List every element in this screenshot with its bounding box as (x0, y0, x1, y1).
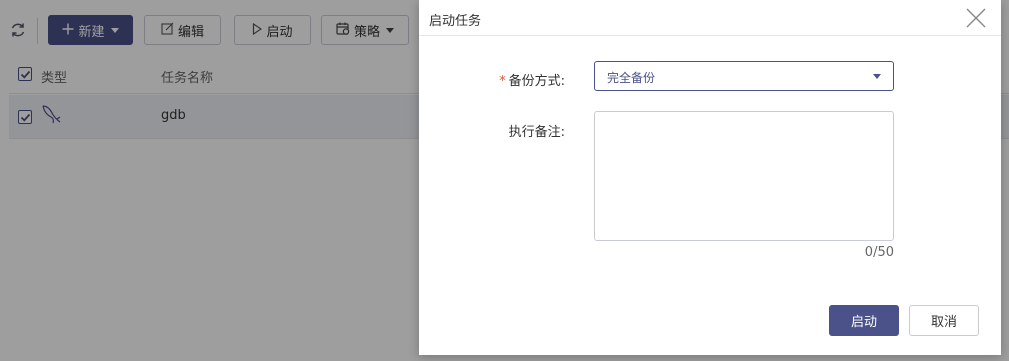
backup-mode-label-text: 备份方式: (508, 74, 565, 89)
close-icon[interactable] (965, 7, 987, 29)
cancel-button[interactable]: 取消 (909, 305, 979, 336)
required-mark: * (499, 74, 506, 89)
start-button[interactable]: 启动 (829, 305, 899, 336)
backup-mode-value: 完全备份 (607, 71, 656, 85)
dialog-header: 启动任务 (419, 0, 1001, 36)
start-task-dialog: 启动任务 * 备份方式: 完全备份 执行备注: 0/50 启动 取消 (419, 0, 1001, 355)
backup-mode-select[interactable]: 完全备份 (594, 61, 894, 91)
char-counter: 0/50 (864, 245, 894, 260)
dialog-title: 启动任务 (429, 14, 482, 29)
remark-label: 执行备注: (508, 125, 565, 140)
chevron-down-icon (873, 74, 881, 79)
backup-mode-label: * 备份方式: (479, 70, 565, 89)
remark-textarea[interactable] (594, 111, 894, 241)
